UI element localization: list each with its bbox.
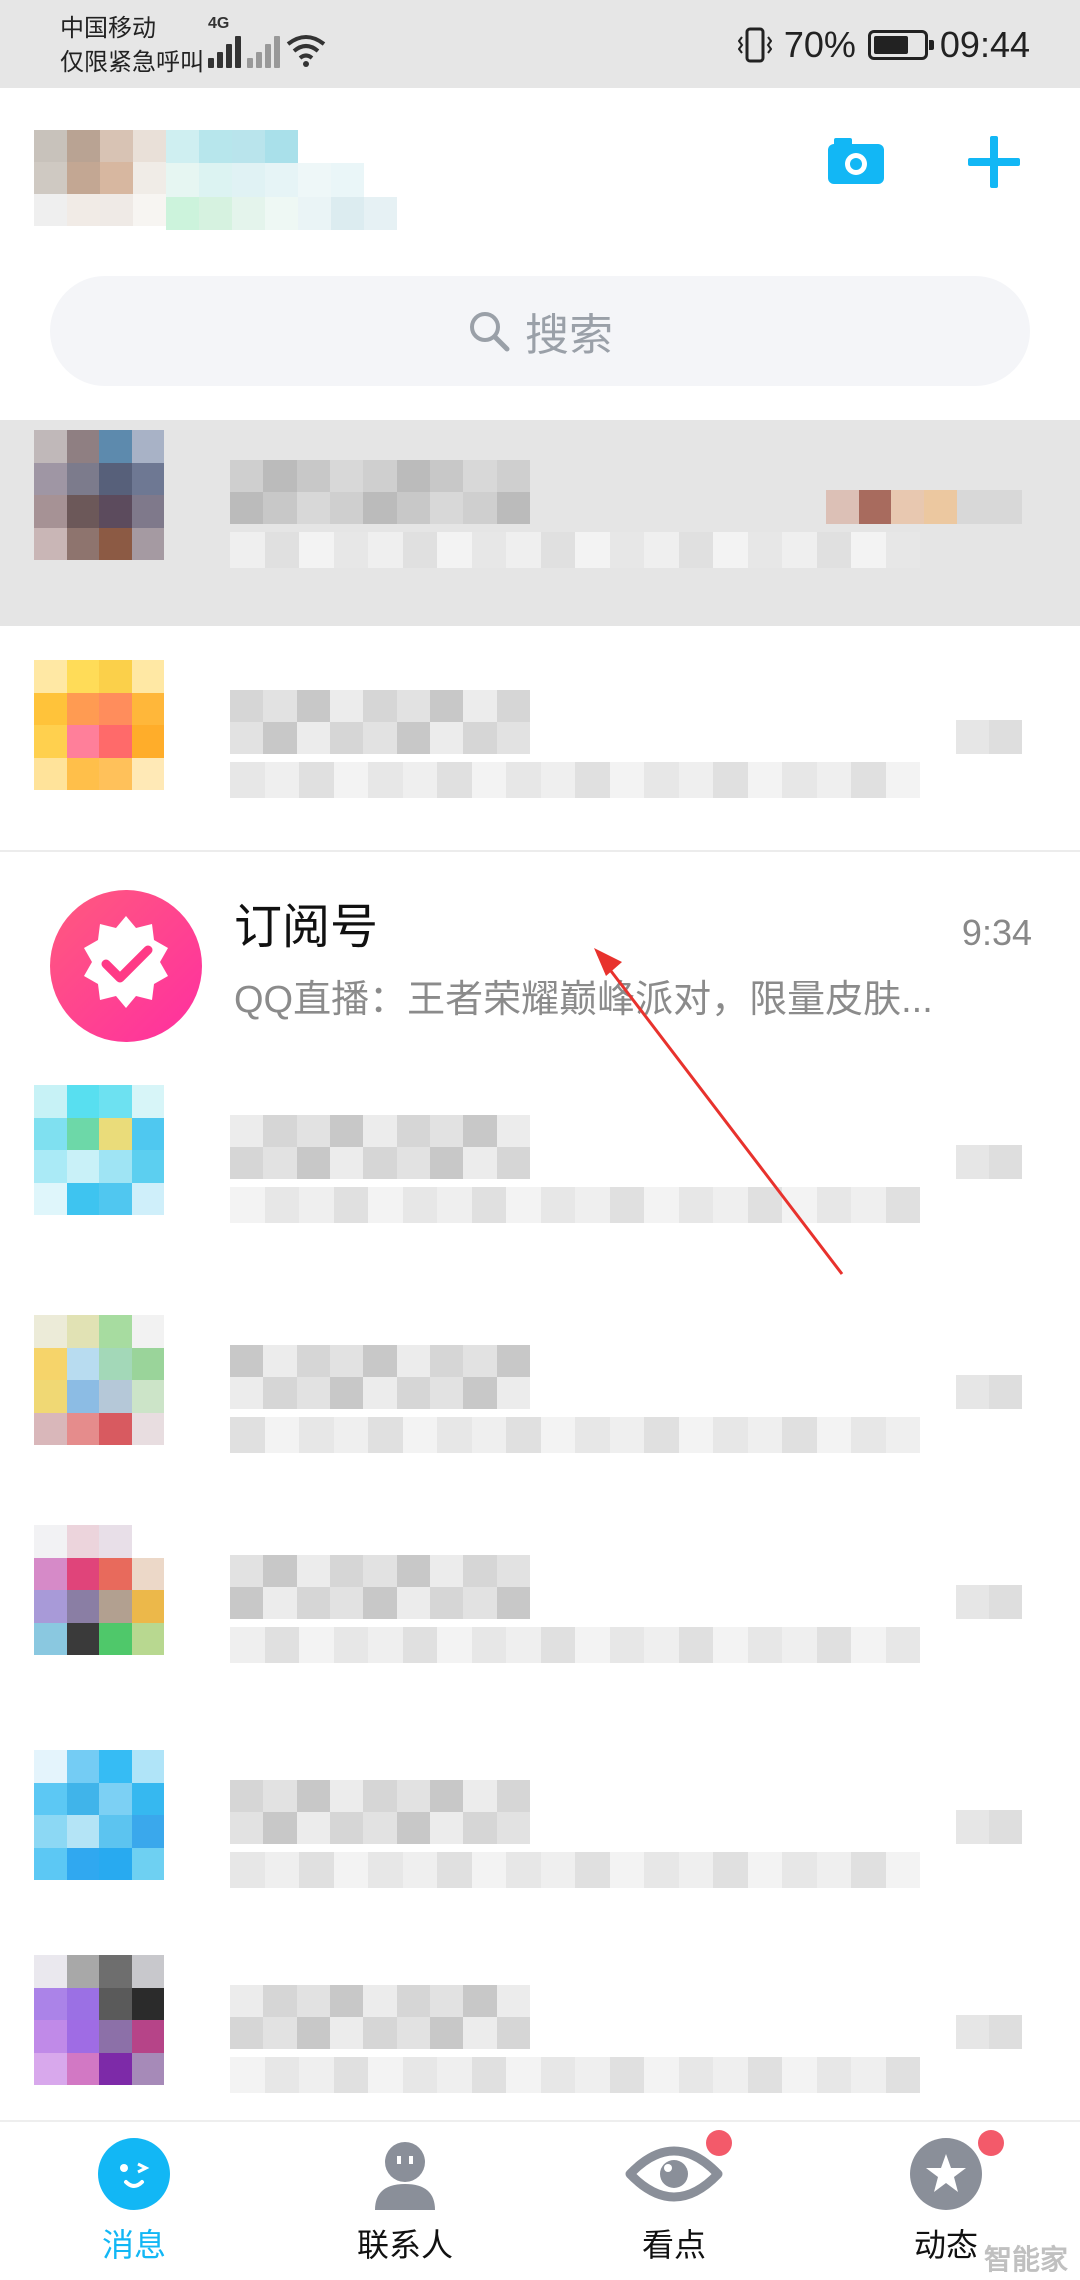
signal-bars-icon xyxy=(208,32,241,68)
star-icon xyxy=(910,2138,982,2210)
contact-avatar[interactable] xyxy=(34,1315,164,1445)
annotation-arrow xyxy=(594,948,844,1275)
user-nickname xyxy=(166,130,430,230)
carrier-note: 仅限紧急呼叫 xyxy=(60,49,204,76)
tab-label: 联系人 xyxy=(356,2227,453,2263)
conversation-time: 9:34 xyxy=(961,912,1032,953)
contacts-icon xyxy=(375,2142,435,2210)
vibrate-icon xyxy=(737,27,772,63)
contact-name xyxy=(230,1985,530,2049)
message-preview xyxy=(230,532,920,568)
status-right: 70% 09:44 xyxy=(737,20,1030,70)
wifi-icon xyxy=(286,35,326,67)
status-bar: 中国移动 仅限紧急呼叫 4G 70% 09:44 xyxy=(0,0,1080,88)
tab-badge xyxy=(706,2130,732,2156)
tab-label: 看点 xyxy=(641,2227,706,2263)
screen: 中国移动 仅限紧急呼叫 4G 70% 09:44 搜索 订阅号 9:34 QQ直… xyxy=(0,0,1080,2280)
divider xyxy=(0,850,1080,852)
contact-avatar[interactable] xyxy=(34,1085,164,1215)
message-time xyxy=(956,1375,1022,1409)
message-time xyxy=(956,1585,1022,1619)
message-time xyxy=(956,720,1022,754)
search-placeholder: 搜索 xyxy=(525,311,613,360)
conversation-title: 订阅号 xyxy=(234,901,379,954)
clock: 09:44 xyxy=(939,24,1030,65)
search-icon xyxy=(470,312,510,352)
contact-avatar[interactable] xyxy=(34,430,164,560)
tab-label: 消息 xyxy=(101,2227,166,2263)
contact-name xyxy=(230,1115,530,1179)
user-avatar[interactable] xyxy=(34,130,166,226)
signal-bars-empty-icon xyxy=(247,32,280,68)
battery-icon xyxy=(867,30,934,60)
contact-name xyxy=(230,1780,530,1844)
contact-name xyxy=(230,690,530,754)
carrier-name: 中国移动 xyxy=(60,15,156,42)
message-time xyxy=(826,490,1022,524)
watermark-text: 智能家 xyxy=(983,2244,1068,2275)
message-time xyxy=(956,2015,1022,2049)
contact-avatar[interactable] xyxy=(34,660,164,790)
message-preview xyxy=(230,762,920,798)
plus-icon[interactable] xyxy=(966,134,1022,190)
message-face-icon xyxy=(98,2138,170,2210)
battery-percent: 70% xyxy=(783,24,856,65)
contact-name xyxy=(230,1345,530,1409)
tab-messages[interactable]: 消息 xyxy=(34,2134,234,2274)
message-preview xyxy=(230,2057,920,2093)
tab-bar: 消息 联系人 看点 动态 xyxy=(0,2120,1080,2280)
contact-avatar[interactable] xyxy=(34,1525,164,1655)
camera-icon[interactable] xyxy=(826,130,886,190)
message-time xyxy=(956,1145,1022,1179)
tab-badge xyxy=(978,2130,1004,2156)
message-preview xyxy=(230,1627,920,1663)
message-preview xyxy=(230,1852,920,1888)
message-preview xyxy=(230,1417,920,1453)
message-time xyxy=(956,1810,1022,1844)
contact-name xyxy=(230,1555,530,1619)
contact-avatar[interactable] xyxy=(34,1750,164,1880)
tab-discover[interactable]: 看点 xyxy=(574,2130,774,2274)
contact-avatar[interactable] xyxy=(34,1955,164,2085)
search-bar[interactable]: 搜索 xyxy=(50,276,1030,386)
subscription-avatar-icon xyxy=(50,890,202,1042)
network-type-label: 4G xyxy=(208,15,230,32)
tab-contacts[interactable]: 联系人 xyxy=(305,2134,505,2274)
contact-name xyxy=(230,460,530,524)
network-icons: 4G xyxy=(208,16,326,68)
